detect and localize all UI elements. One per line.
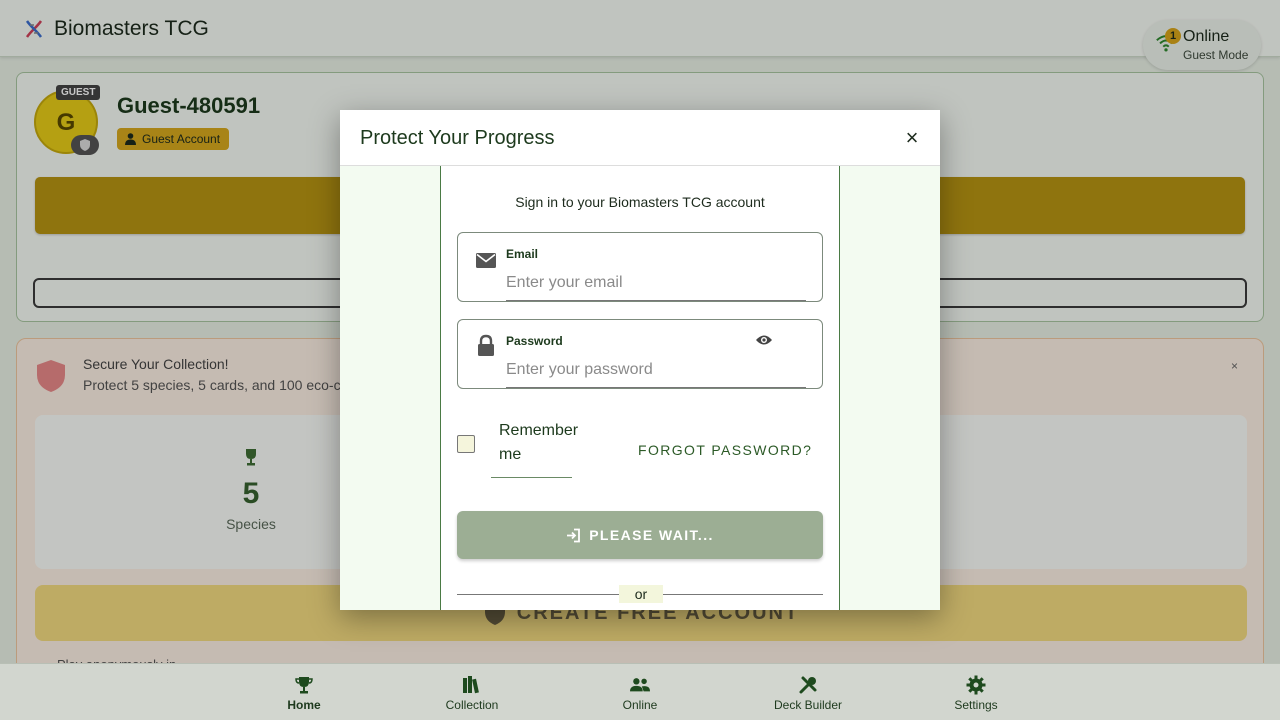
envelope-icon xyxy=(476,253,496,268)
remember-me-label[interactable]: Remember me xyxy=(499,419,589,467)
eye-icon[interactable] xyxy=(755,333,773,347)
nav-label-home: Home xyxy=(287,698,321,712)
nav-label-settings: Settings xyxy=(954,698,998,712)
books-icon xyxy=(463,676,479,694)
nav-item-deck-builder[interactable]: Deck Builder xyxy=(748,664,868,720)
login-subtitle: Sign in to your Biomasters TCG account xyxy=(515,194,765,210)
tools-icon xyxy=(799,676,817,694)
sign-in-icon xyxy=(567,528,581,542)
modal-title: Protect Your Progress xyxy=(360,127,555,149)
bottom-navigation: Home Collection Online Deck Builder Sett… xyxy=(0,663,1280,720)
nav-item-settings[interactable]: Settings xyxy=(916,664,1036,720)
nav-label-deck-builder: Deck Builder xyxy=(773,698,843,712)
modal-header: Protect Your Progress × xyxy=(340,110,940,166)
nav-label-collection: Collection xyxy=(445,698,499,712)
nav-item-collection[interactable]: Collection xyxy=(412,664,532,720)
nav-item-home[interactable]: Home xyxy=(244,664,364,720)
sign-in-button[interactable]: PLEASE WAIT... xyxy=(457,511,823,559)
nav-label-online: Online xyxy=(622,698,658,712)
forgot-password-link[interactable]: FORGOT PASSWORD? xyxy=(638,442,812,458)
password-label: Password xyxy=(506,334,563,348)
email-input[interactable] xyxy=(506,265,806,301)
close-icon[interactable]: × xyxy=(901,127,923,149)
nav-item-online[interactable]: Online xyxy=(580,664,700,720)
password-input[interactable] xyxy=(506,352,806,388)
login-form: Sign in to your Biomasters TCG account E… xyxy=(440,166,840,610)
divider-or-label: or xyxy=(619,585,663,603)
sign-in-label: PLEASE WAIT... xyxy=(589,527,714,543)
trophy-icon xyxy=(295,677,313,694)
modal-body[interactable]: Sign in to your Biomasters TCG account E… xyxy=(340,166,940,610)
email-field[interactable]: Email xyxy=(457,232,823,302)
sign-in-modal: Protect Your Progress × Sign in to your … xyxy=(340,110,940,610)
lock-icon xyxy=(478,334,494,356)
gear-icon xyxy=(966,675,986,695)
users-icon xyxy=(630,678,650,692)
password-field[interactable]: Password xyxy=(457,319,823,389)
remember-me-underline xyxy=(491,477,572,478)
email-label: Email xyxy=(506,247,539,261)
remember-me-checkbox[interactable] xyxy=(457,435,475,453)
